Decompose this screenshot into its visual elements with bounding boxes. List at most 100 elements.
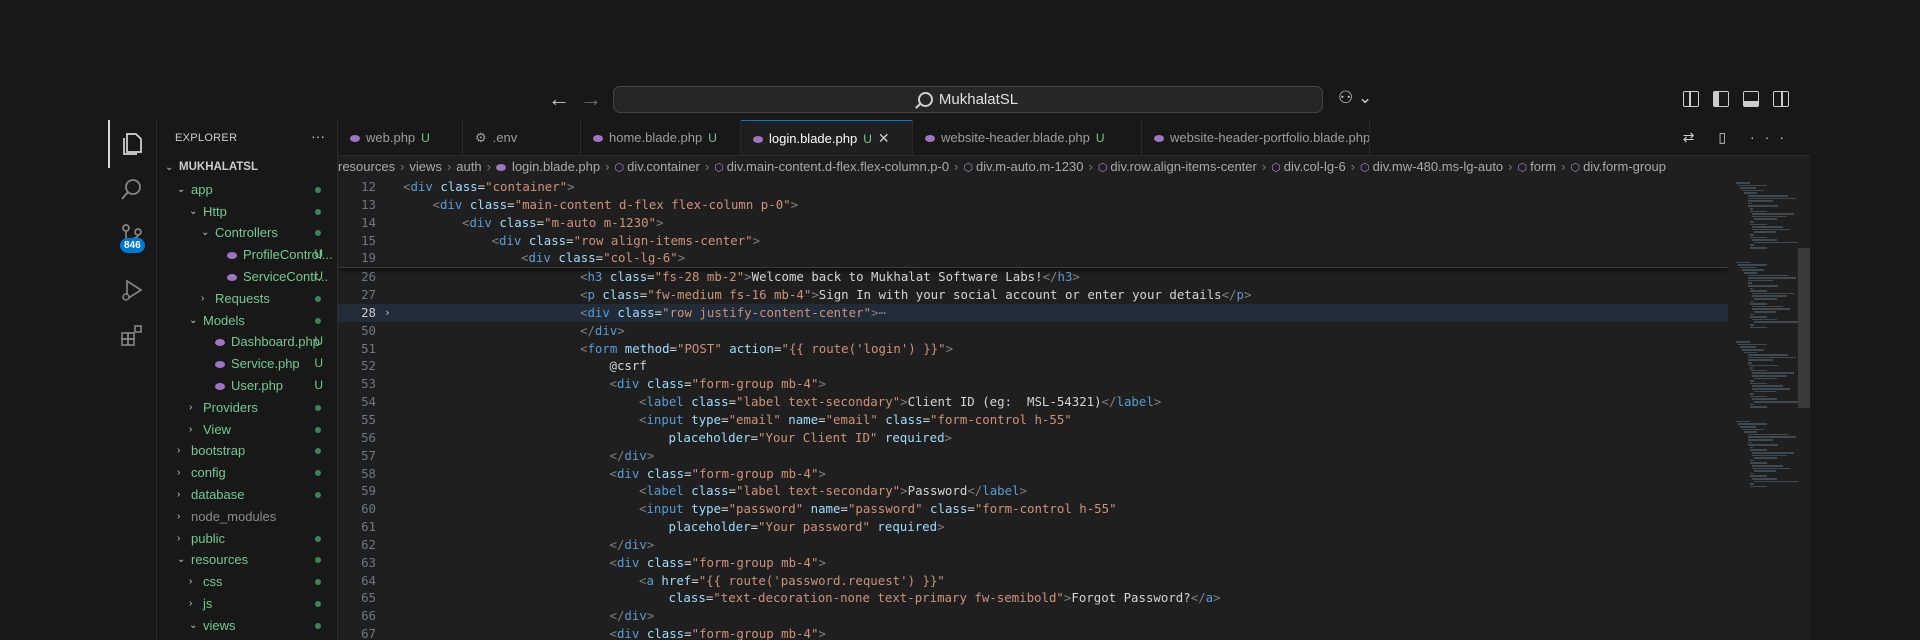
chevron-right-icon[interactable]: › [189,419,192,441]
chevron-right-icon[interactable]: › [177,506,180,528]
chevron-right-icon[interactable]: › [177,440,180,462]
chevron-right-icon[interactable]: › [189,397,192,419]
toggle-panel-icon[interactable] [1743,91,1759,107]
search-icon[interactable] [118,176,146,204]
tree-item[interactable]: ⌄ app [157,179,337,201]
breadcrumb-item[interactable]: resources [338,159,395,174]
chevron-down-icon[interactable]: ⌄ [189,201,197,223]
chevron-down-icon[interactable]: ⌄ [201,637,209,640]
code-line[interactable]: 65 class="text-decoration-none text-prima… [338,589,1728,607]
code-line[interactable]: 19 <div class="col-lg-6"> [338,249,1728,269]
code-line[interactable]: 57 </div> [338,447,1728,465]
chevron-right-icon[interactable]: › [201,288,204,310]
breadcrumb-item[interactable]: div.form-group [1583,159,1666,174]
chevron-right-icon[interactable]: › [177,462,180,484]
breadcrumb-item[interactable]: login.blade.php [512,159,600,174]
tree-item[interactable]: ServiceContr... U [157,266,337,288]
vertical-scrollbar[interactable] [1798,178,1810,640]
code-line[interactable]: 63 <div class="form-group mb-4"> [338,554,1728,572]
tab-website-header-blade-php[interactable]: website-header.blade.php U [913,120,1142,155]
tree-item[interactable]: › Requests [157,288,337,310]
tree-item[interactable]: ⌄ MUKHALATSL [157,157,337,179]
code-line[interactable]: 67 <div class="form-group mb-4"> [338,625,1728,640]
breadcrumb-item[interactable]: div.container [627,159,700,174]
tree-item[interactable]: › View [157,419,337,441]
breadcrumb-item[interactable]: auth [456,159,481,174]
breadcrumb-item[interactable]: div.main-content.d-flex.flex-column.p-0 [727,159,949,174]
tree-item[interactable]: › bootstrap [157,440,337,462]
breadcrumb-item[interactable]: views [409,159,442,174]
toggle-primary-sidebar-icon[interactable] [1713,91,1729,107]
tree-item[interactable]: › database [157,484,337,506]
code-line[interactable]: 13 <div class="main-content d-flex flex-c… [338,196,1728,214]
breadcrumb-item[interactable]: div.row.align-items-center [1110,159,1256,174]
code-editor[interactable]: 12 <div class="container"> 13 <div class="m… [338,178,1728,640]
forward-arrow-icon[interactable]: → [580,88,602,110]
minimap[interactable] [1732,178,1799,640]
code-line[interactable]: 60 <input type="password" name="password"… [338,500,1728,518]
chevron-down-icon[interactable]: ⌄ [189,310,197,332]
code-line[interactable]: 12 <div class="container"> [338,178,1728,196]
explorer-icon[interactable] [118,130,146,158]
toggle-secondary-sidebar-icon[interactable] [1773,91,1789,107]
extensions-icon[interactable] [118,322,146,350]
chevron-right-icon[interactable]: › [189,571,192,593]
tree-item[interactable]: › node_modules [157,506,337,528]
customize-layout-icon[interactable] [1683,91,1699,107]
tree-item[interactable]: Service.php U [157,353,337,375]
breadcrumb-item[interactable]: div.m-auto.m-1230 [976,159,1083,174]
code-line[interactable]: 64 <a href="{{ route('password.request') … [338,572,1728,590]
tree-item[interactable]: ⌄ Models [157,310,337,332]
run-debug-icon[interactable] [118,276,146,304]
code-line[interactable]: 58 <div class="form-group mb-4"> [338,465,1728,483]
code-line[interactable]: 51 <form method="POST" action="{{ route('… [338,340,1728,358]
tree-item[interactable]: › css [157,571,337,593]
code-line[interactable]: 28 › <div class="row justify-content-cente… [338,303,1728,322]
tree-item[interactable]: › js [157,593,337,615]
fold-chevron-icon[interactable]: › [384,304,391,322]
tab-website-header-portfolio-blade-php[interactable]: website-header-portfolio.blade.phpU [1142,120,1370,155]
chevron-down-icon[interactable]: ⌄ [201,222,209,244]
code-line[interactable]: 55 <input type="email" name="email" class… [338,411,1728,429]
close-icon[interactable]: ✕ [878,130,890,146]
code-line[interactable]: 54 <label class="label text-secondary">Cl… [338,393,1728,411]
chevron-right-icon[interactable]: › [177,528,180,550]
tree-item[interactable]: ⌄ Http [157,201,337,223]
back-arrow-icon[interactable]: ← [548,88,570,110]
code-line[interactable]: 59 <label class="label text-secondary">Pa… [338,482,1728,500]
code-line[interactable]: 56 placeholder="Your Client ID" required> [338,429,1728,447]
chevron-down-icon[interactable]: ⌄ [177,179,185,201]
chevron-down-icon[interactable]: ⌄ [177,549,185,571]
scrollbar-thumb[interactable] [1798,248,1810,408]
code-line[interactable]: 26 <h3 class="fs-28 mb-2">Welcome back to… [338,268,1728,286]
code-line[interactable]: 52 @csrf [338,357,1728,375]
code-line[interactable]: 61 placeholder="Your password" required> [338,518,1728,536]
command-center-search[interactable]: MukhalatSL [613,86,1323,113]
tree-item[interactable]: User.php U [157,375,337,397]
breadcrumb-item[interactable]: div.col-lg-6 [1284,159,1346,174]
code-line[interactable]: 27 <p class="fw-medium fs-16 mb-4">Sign I… [338,286,1728,304]
chevron-down-icon[interactable]: ⌄ [189,615,197,637]
tree-item[interactable]: ⌄ Controllers [157,222,337,244]
tree-item[interactable]: Dashboard.php U [157,331,337,353]
chevron-right-icon[interactable]: › [177,484,180,506]
tree-item[interactable]: ⌄ views [157,615,337,637]
code-line[interactable]: 62 </div> [338,536,1728,554]
tab-home-blade-php[interactable]: home.blade.php U [581,120,741,155]
code-line[interactable]: 66 </div> [338,607,1728,625]
code-line[interactable]: 50 </div> [338,322,1728,340]
tab-login-blade-php[interactable]: login.blade.php U ✕ [741,120,913,155]
tab-env[interactable]: ⚙ .env [463,120,581,155]
tree-item[interactable]: › public [157,528,337,550]
code-line[interactable]: 14 <div class="m-auto m-1230"> [338,214,1728,232]
breadcrumb-item[interactable]: div.mw-480.ms-lg-auto [1373,159,1504,174]
tab-web-php[interactable]: web.php U [338,120,463,155]
tree-item[interactable]: ProfileControl... U [157,244,337,266]
chevron-down-icon[interactable]: ⌄ [165,157,173,179]
tree-item[interactable]: ⌄ auth [157,637,337,640]
code-line[interactable]: 53 <div class="form-group mb-4"> [338,375,1728,393]
tree-item[interactable]: › config [157,462,337,484]
more-actions-icon[interactable]: ··· [311,128,325,144]
code-line[interactable]: 15 <div class="row align-items-center"> [338,232,1728,250]
chevron-right-icon[interactable]: › [189,593,192,615]
